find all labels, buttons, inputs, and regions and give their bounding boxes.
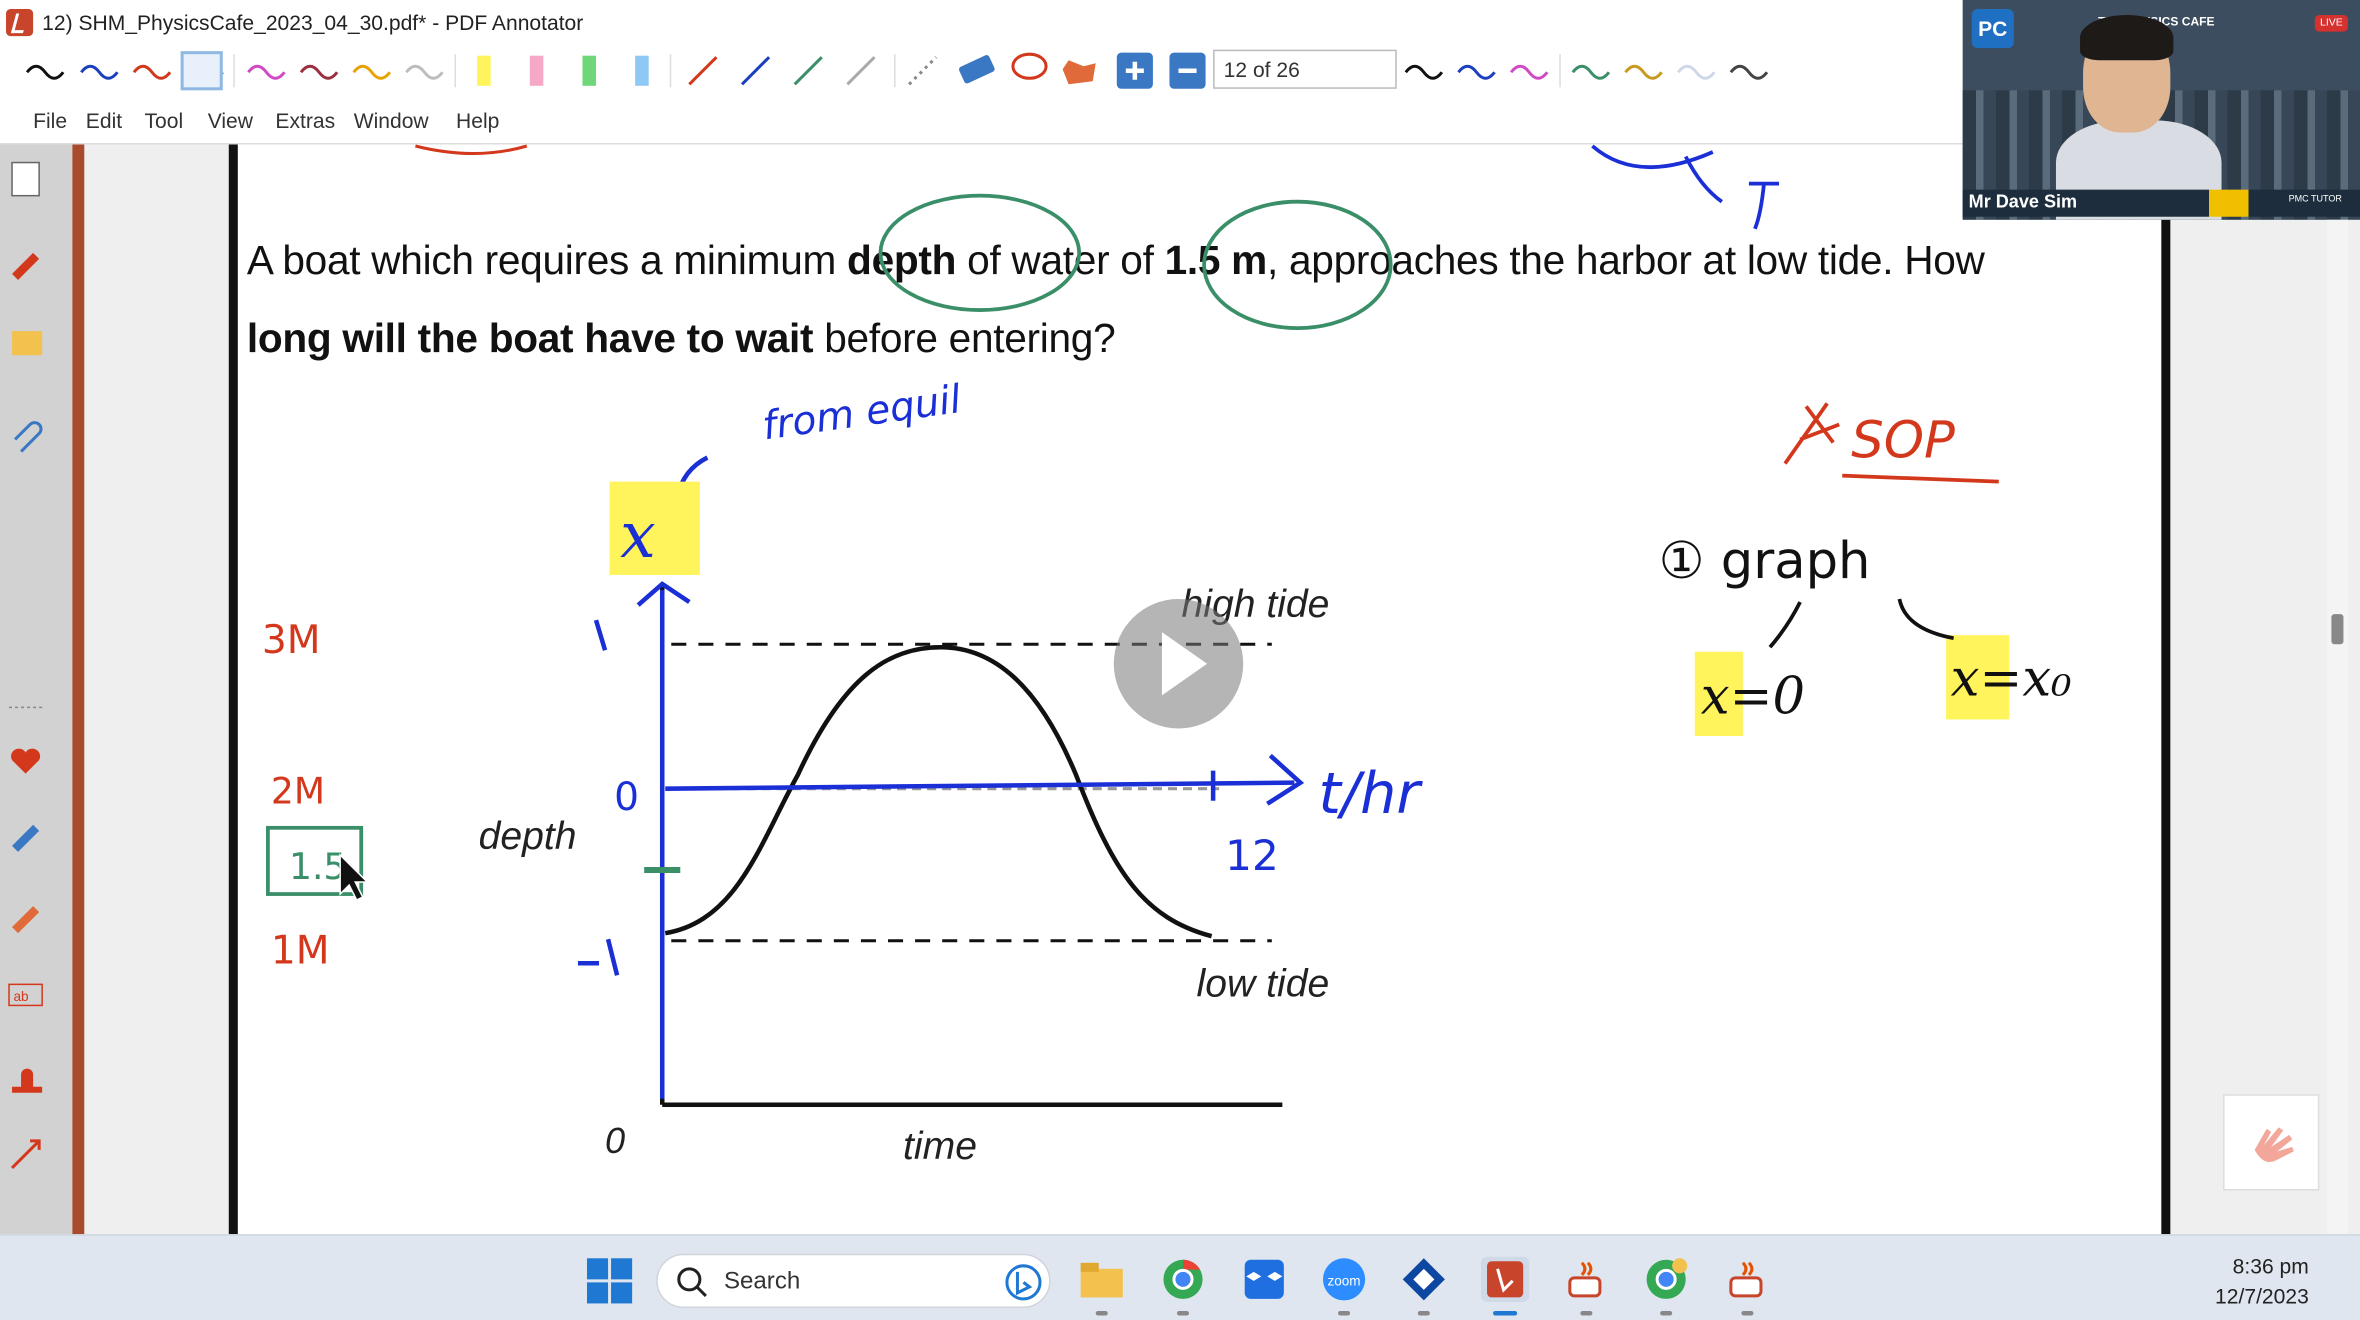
- step-graph-note: ① graph: [1659, 532, 1871, 591]
- clock-time: 8:36 pm: [2232, 1253, 2309, 1278]
- clock-date: 12/7/2023: [2215, 1283, 2309, 1308]
- x-equals-zero-note: x=0: [1701, 667, 1805, 726]
- raise-hand-button[interactable]: [2223, 1094, 2320, 1191]
- twelve-mark: 12: [1225, 831, 1279, 880]
- windows-taskbar: Search zoom 8:36 pm 12/7/2023: [0, 1234, 2360, 1320]
- sop-note: SOP: [1851, 412, 1955, 471]
- diamond-app-icon[interactable]: [1400, 1257, 1448, 1302]
- video-play-button[interactable]: [1113, 599, 1244, 729]
- low-tide-label: low tide: [1197, 962, 1330, 1005]
- depth-circle: [878, 193, 1082, 312]
- windows-start-icon[interactable]: [585, 1257, 633, 1305]
- vertical-scrollbar[interactable]: [2326, 219, 2348, 1235]
- one-m-note: 1M: [271, 928, 330, 973]
- zoom-icon[interactable]: zoom: [1320, 1257, 1368, 1302]
- one-five-note: 1.5: [289, 845, 346, 888]
- dropbox-icon[interactable]: [1240, 1257, 1288, 1302]
- presenter-nameplate: Mr Dave Sim PMC TUTOR: [1962, 189, 2360, 217]
- pdf-annotator-taskbar-icon[interactable]: [1481, 1256, 1530, 1302]
- t-hr-label: t/hr: [1318, 761, 1423, 827]
- one-five-circle: [1202, 199, 1393, 330]
- search-icon: [677, 1267, 707, 1297]
- bing-icon[interactable]: [1004, 1263, 1043, 1302]
- zero-mark: 0: [614, 775, 639, 820]
- presenter-webcam: PC THE PHYSICS CAFE LIVE Mr Dave Sim PMC…: [1962, 0, 2360, 220]
- two-m-note: 2M: [271, 770, 325, 813]
- presenter-name: Mr Dave Sim: [1968, 191, 2078, 213]
- chrome-profile-icon[interactable]: [1642, 1257, 1690, 1302]
- java-icon[interactable]: [1562, 1257, 1610, 1302]
- scrollbar-thumb[interactable]: [2331, 614, 2344, 645]
- from-equil-note: from equil: [760, 377, 964, 449]
- chrome-icon[interactable]: [1159, 1257, 1207, 1302]
- nameplate-tag: PMC TUTOR: [2288, 195, 2342, 205]
- system-clock[interactable]: 8:36 pm 12/7/2023: [2215, 1251, 2309, 1311]
- depth-axis-label: depth: [479, 815, 577, 858]
- x-axis-variable: x: [620, 498, 656, 572]
- file-explorer-icon[interactable]: [1078, 1257, 1126, 1302]
- search-placeholder: Search: [723, 1268, 801, 1295]
- three-m-note: 3M: [262, 618, 321, 663]
- physics-cafe-logo: PC: [1971, 9, 2014, 49]
- java-2-icon[interactable]: [1723, 1257, 1771, 1302]
- origin-label: 0: [605, 1120, 625, 1161]
- taskbar-search-box[interactable]: Search: [656, 1253, 1051, 1308]
- live-badge: LIVE: [2314, 15, 2348, 32]
- svg-text:zoom: zoom: [1327, 1273, 1360, 1288]
- time-axis-label: time: [903, 1125, 977, 1168]
- x-equals-x0-note: x=x₀: [1951, 649, 2072, 708]
- raise-hand-icon: [2254, 1127, 2294, 1163]
